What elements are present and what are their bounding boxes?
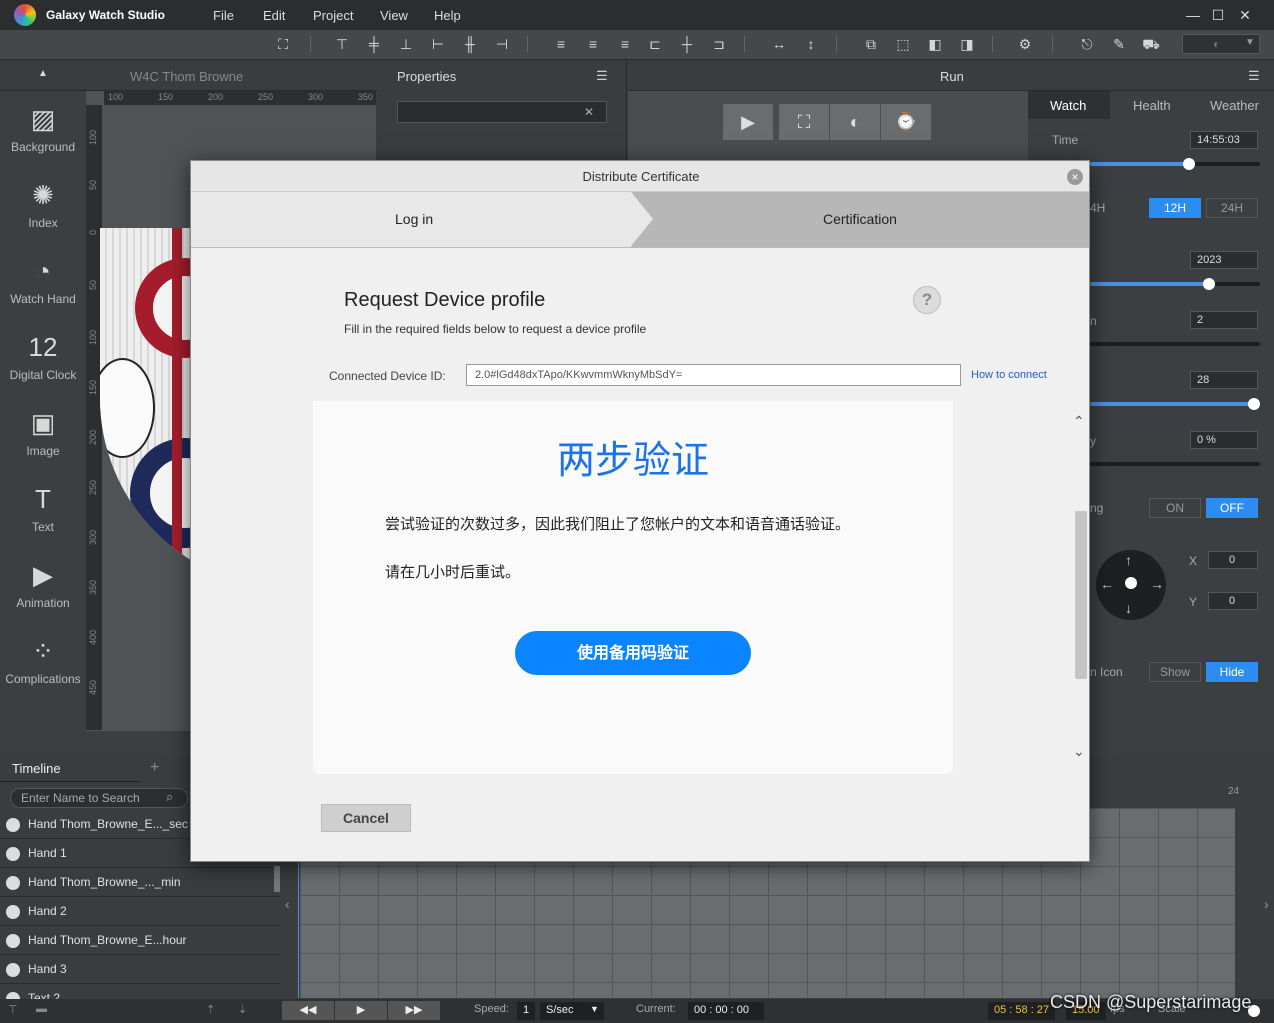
steps-divider	[191, 247, 1089, 248]
cancel-button[interactable]: Cancel	[321, 804, 411, 832]
watermark: CSDN @Superstarimage	[1050, 992, 1252, 1012]
request-heading: Request Device profile	[344, 289, 546, 311]
two-step-message: 尝试验证的次数过多，因此我们阻止了您帐户的文本和语音通话验证。	[385, 515, 851, 533]
device-id-field[interactable]: 2.0#lGd48dxTApo/KKwvmmWknyMbSdY=	[466, 364, 961, 386]
scroll-down-icon[interactable]: ⌄	[1073, 743, 1085, 760]
scroll-up-icon[interactable]: ⌃	[1073, 413, 1085, 430]
dialog-title: Distribute Certificate	[191, 161, 1089, 192]
distribute-certificate-dialog: Distribute Certificate × Certification L…	[190, 160, 1090, 862]
step-arrow	[631, 192, 653, 246]
step-certification: Certification	[631, 192, 1089, 247]
web-scrollbar-thumb[interactable]	[1075, 511, 1087, 679]
backup-code-button[interactable]: 使用备用码验证	[515, 631, 751, 675]
two-step-title: 两步验证	[556, 438, 709, 482]
step-login: Log in	[191, 192, 631, 247]
how-to-connect-link[interactable]: How to connect	[971, 369, 1047, 381]
retry-message: 请在几小时后重试。	[385, 563, 521, 581]
help-icon[interactable]: ?	[913, 286, 941, 314]
device-id-label: Connected Device ID:	[329, 369, 446, 383]
request-subheading: Fill in the required fields below to req…	[344, 322, 647, 336]
dialog-close-button[interactable]: ×	[1067, 169, 1083, 185]
